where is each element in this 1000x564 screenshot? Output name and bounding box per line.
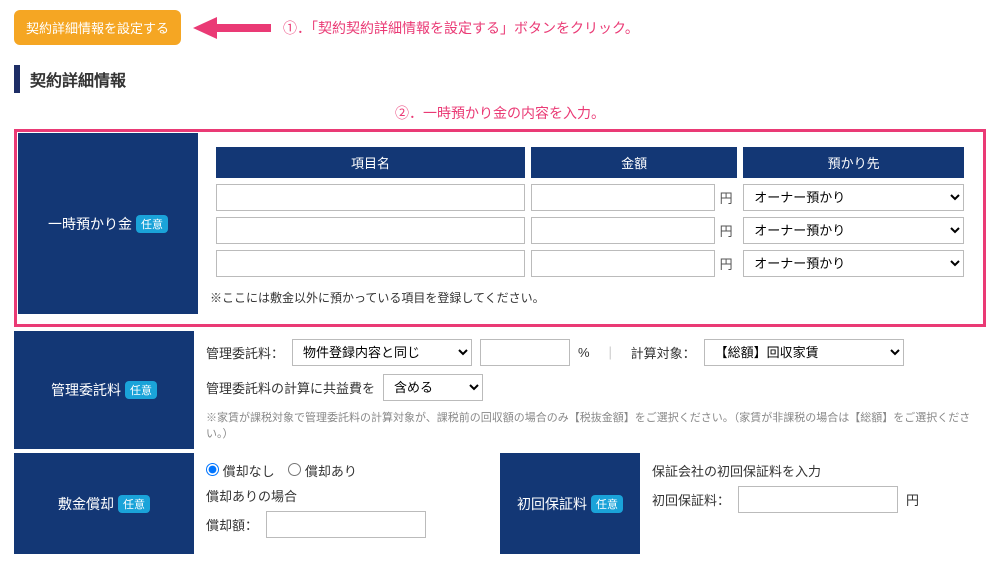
fee-label-2: 計算対象： — [631, 343, 696, 362]
yen-label: 円 — [715, 221, 737, 240]
fee-fine-print: ※家賃が課税対象で管理委託料の計算対象が、課税前の回収額の場合のみ【税抜金額】を… — [206, 409, 974, 441]
optional-badge: 任意 — [118, 495, 150, 513]
radio-none-label[interactable]: 償却なし — [206, 464, 275, 479]
sidebar-deposit: 一時預かり金 任意 — [18, 133, 198, 314]
sidebar-label: 初回保証料 — [517, 494, 587, 514]
percent-label: % — [578, 345, 590, 360]
optional-badge: 任意 — [125, 381, 157, 399]
amort-amount-label: 償却額： — [206, 515, 258, 534]
amortization-radio-group: 償却なし 償却あり — [206, 461, 488, 480]
table-row: 円 オーナー預かり — [216, 217, 964, 244]
firstfee-input[interactable] — [738, 486, 898, 513]
optional-badge: 任意 — [136, 215, 168, 233]
deposit-table: 項目名 金額 預かり先 円 オーナー預かり 円 オーナー預かり — [210, 141, 970, 283]
sidebar-label: 一時預かり金 — [48, 214, 132, 234]
yen-label: 円 — [715, 188, 737, 207]
radio-some-label[interactable]: 償却あり — [288, 464, 357, 479]
amort-amount-input[interactable] — [266, 511, 426, 538]
table-row: 円 オーナー預かり — [216, 184, 964, 211]
fee-basis-select[interactable]: 【総額】回収家賃 — [704, 339, 904, 366]
radio-some[interactable] — [288, 463, 301, 476]
amount-input[interactable] — [531, 250, 715, 277]
arrow-left-icon — [193, 13, 271, 43]
item-name-input[interactable] — [216, 217, 525, 244]
separator: ｜ — [604, 343, 617, 362]
fee-percent-input[interactable] — [480, 339, 570, 366]
keeper-select[interactable]: オーナー預かり — [743, 184, 964, 211]
fee-label-3: 管理委託料の計算に共益費を — [206, 378, 375, 397]
item-name-input[interactable] — [216, 184, 525, 211]
amount-input[interactable] — [531, 184, 715, 211]
yen-label: 円 — [906, 490, 919, 509]
radio-none[interactable] — [206, 463, 219, 476]
fee-source-select[interactable]: 物件登録内容と同じ — [292, 339, 472, 366]
col-header-item: 項目名 — [216, 147, 525, 178]
firstfee-label-1: 保証会社の初回保証料を入力 — [652, 461, 974, 480]
deposit-note: ※ここには敷金以外に預かっている項目を登録してください。 — [210, 289, 970, 306]
item-name-input[interactable] — [216, 250, 525, 277]
firstfee-label-2: 初回保証料： — [652, 490, 730, 509]
col-header-amount: 金額 — [531, 147, 737, 178]
yen-label: 円 — [715, 254, 737, 273]
sidebar-label: 敷金償却 — [58, 494, 114, 514]
col-header-keeper: 預かり先 — [743, 147, 964, 178]
annotation-1: ①．「契約契約詳細情報を設定する」ボタンをクリック。 — [283, 18, 639, 38]
sidebar-first-fee: 初回保証料 任意 — [500, 453, 640, 554]
highlight-frame: 一時預かり金 任意 項目名 金額 預かり先 円 オーナー預かり — [14, 129, 986, 327]
keeper-select[interactable]: オーナー預かり — [743, 250, 964, 277]
optional-badge: 任意 — [591, 495, 623, 513]
fee-label-1: 管理委託料： — [206, 343, 284, 362]
include-common-select[interactable]: 含める — [383, 374, 483, 401]
amort-sub-label: 償却ありの場合 — [206, 486, 488, 505]
annotation-2: ②．一時預かり金の内容を入力。 — [14, 103, 986, 123]
sidebar-label: 管理委託料 — [51, 380, 121, 400]
section-title: 契約詳細情報 — [14, 65, 986, 93]
table-row: 円 オーナー預かり — [216, 250, 964, 277]
amount-input[interactable] — [531, 217, 715, 244]
sidebar-fee: 管理委託料 任意 — [14, 331, 194, 449]
set-contract-detail-button[interactable]: 契約詳細情報を設定する — [14, 10, 181, 45]
keeper-select[interactable]: オーナー預かり — [743, 217, 964, 244]
sidebar-amortization: 敷金償却 任意 — [14, 453, 194, 554]
